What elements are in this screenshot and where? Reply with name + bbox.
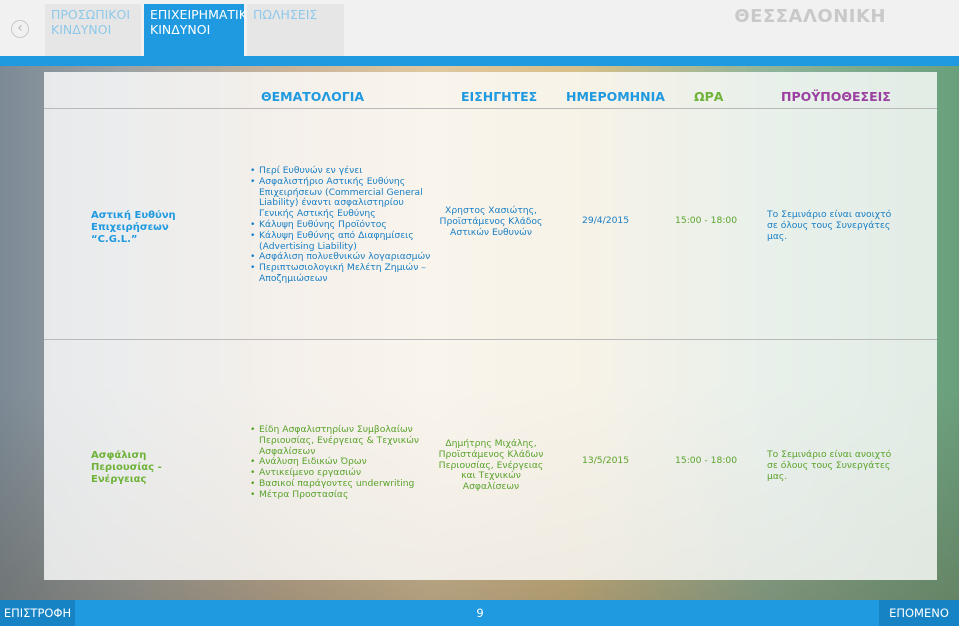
next-button[interactable]: ΕΠΟΜΕΝΟ	[879, 600, 959, 626]
list-item: Ασφαλιστήριο Αστικής Ευθύνης Επιχειρήσεω…	[250, 176, 436, 220]
header-topic: ΘΕΜΑΤΟΛΟΓΙΑ	[261, 89, 365, 104]
list-item: Περιπτωσιολογική Μελέτη Ζημιών – Αποζημι…	[250, 262, 436, 285]
header-speakers: ΕΙΣΗΓΗΤΕΣ	[461, 89, 538, 104]
list-item: Είδη Ασφαλιστηρίων Συμβολαίων Περιουσίας…	[250, 424, 436, 457]
content-panel	[44, 72, 937, 580]
row-2-date: 13/5/2015	[582, 455, 630, 466]
page-number: 9	[476, 606, 484, 620]
row-2-time: 15:00 - 18:00	[675, 455, 738, 466]
row-2-topics-list: Είδη Ασφαλιστηρίων Συμβολαίων Περιουσίας…	[250, 424, 436, 501]
row-1-prerequisites: Το Σεμινάριο είναι ανοιχτό σε όλους τους…	[767, 209, 892, 242]
header-time: ΩΡΑ	[694, 89, 724, 104]
tab-business-risks[interactable]: ΕΠΙΧΕΙΡΗΜΑΤΙΚΟΙ ΚΙΝΔΥΝΟΙ	[144, 4, 260, 56]
chevron-left-icon[interactable]: ‹	[11, 20, 29, 38]
list-item: Κάλυψη Ευθύνης από Διαφημίσεις (Advertis…	[250, 230, 436, 253]
bottom-bar: ΕΠΙΣΤΡΟΦΗ 9 ΕΠΟΜΕΝΟ	[0, 600, 959, 626]
header-date: ΗΜΕΡΟΜΗΝΙΑ	[566, 89, 665, 104]
header-divider	[44, 108, 937, 109]
city-title: ΘΕΣΣΑΛΟΝΙΚΗ	[734, 6, 886, 27]
back-button[interactable]: ΕΠΙΣΤΡΟΦΗ	[0, 600, 75, 626]
tab-sales[interactable]: ΠΩΛΗΣΕΙΣ	[247, 4, 344, 56]
row-1-title: Αστική Ευθύνη Επιχειρήσεων “C.G.L.”	[91, 210, 176, 245]
row-2-speaker: Δημήτρης Μιχάλης, Προϊστάμενος Κλάδων Πε…	[438, 438, 544, 493]
row-1-topics-list: Περί Ευθυνών εν γένει Ασφαλιστήριο Αστικ…	[250, 165, 436, 285]
row-2-prerequisites: Το Σεμινάριο είναι ανοιχτό σε όλους τους…	[767, 449, 892, 482]
row-1-time: 15:00 - 18:00	[675, 215, 738, 226]
header-accent-strip	[0, 56, 959, 66]
row-2-title: Ασφάλιση Περιουσίας - Ενέργειας	[91, 450, 162, 485]
tab-personal-risks[interactable]: ΠΡΟΣΩΠΙΚΟΙ ΚΙΝΔΥΝΟΙ	[45, 4, 141, 56]
header-prerequisites: ΠΡΟΫΠΟΘΕΣΕΙΣ	[781, 89, 891, 104]
row-1-date: 29/4/2015	[582, 215, 630, 226]
top-bar: ‹ ΠΡΟΣΩΠΙΚΟΙ ΚΙΝΔΥΝΟΙ ΕΠΙΧΕΙΡΗΜΑΤΙΚΟΙ ΚΙ…	[0, 0, 959, 56]
row-divider	[44, 339, 937, 340]
list-item: Μέτρα Προστασίας	[250, 489, 436, 501]
row-1-speaker: Χρηστος Χασιώτης, Προϊστάμενος Κλάδος Ασ…	[439, 205, 543, 238]
